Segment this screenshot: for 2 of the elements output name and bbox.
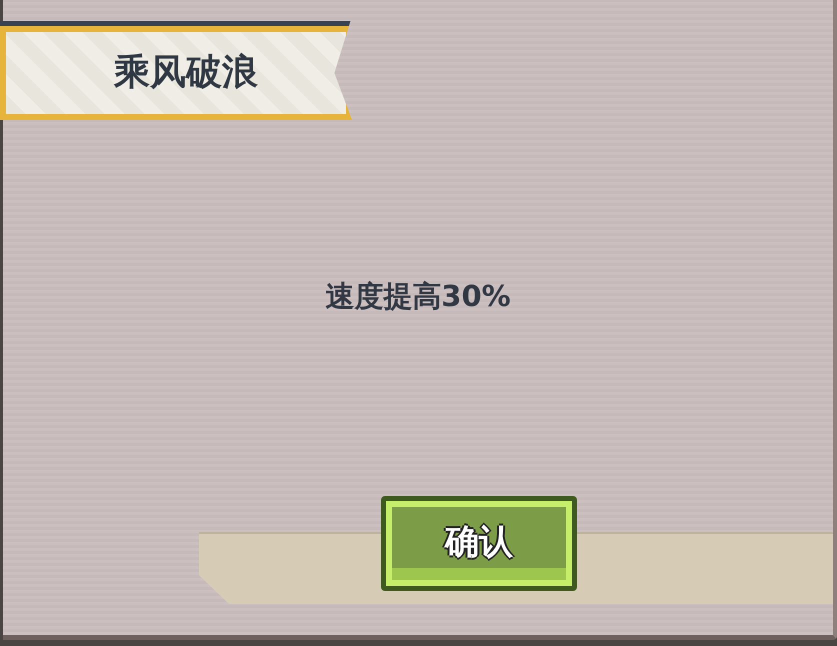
confirm-button[interactable]: 确认 [381, 496, 577, 591]
message-text: 速度提高30% [324, 278, 512, 315]
